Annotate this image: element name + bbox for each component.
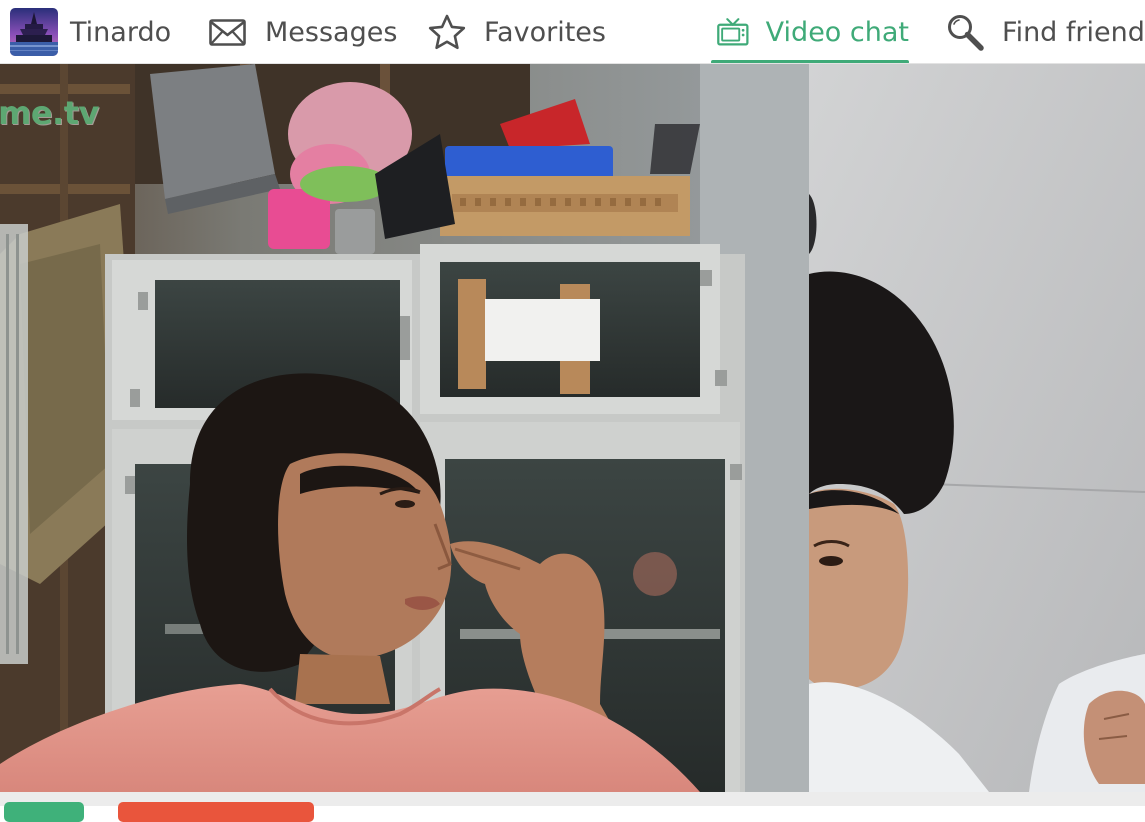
tv-icon	[717, 18, 749, 46]
nav-video-chat[interactable]: Video chat	[711, 0, 909, 63]
self-video-frame	[809, 64, 1145, 792]
video-chat-label: Video chat	[765, 16, 909, 48]
star-icon	[428, 14, 466, 50]
control-bar	[0, 792, 1145, 822]
favorites-label: Favorites	[484, 16, 606, 48]
partner-video-frame	[0, 64, 809, 792]
find-friends-label: Find friends	[1002, 16, 1145, 48]
video-watermark: me.tv	[0, 94, 99, 132]
nav-favorites[interactable]: Favorites	[428, 0, 606, 63]
nav-profile[interactable]: Tinardo	[10, 0, 172, 63]
self-video	[809, 64, 1145, 792]
profile-avatar[interactable]	[10, 8, 58, 56]
start-button[interactable]	[4, 802, 84, 822]
partner-video: me.tv	[0, 64, 809, 792]
top-navigation: Tinardo Messages Favorites Video chat Fi…	[0, 0, 1145, 64]
nav-messages[interactable]: Messages	[209, 0, 398, 63]
magnifier-icon	[948, 15, 984, 51]
envelope-icon	[209, 18, 246, 46]
messages-label: Messages	[265, 16, 398, 48]
stop-button[interactable]	[118, 802, 314, 822]
nav-find-friends[interactable]: Find friends	[946, 0, 1145, 63]
profile-name: Tinardo	[70, 16, 172, 48]
